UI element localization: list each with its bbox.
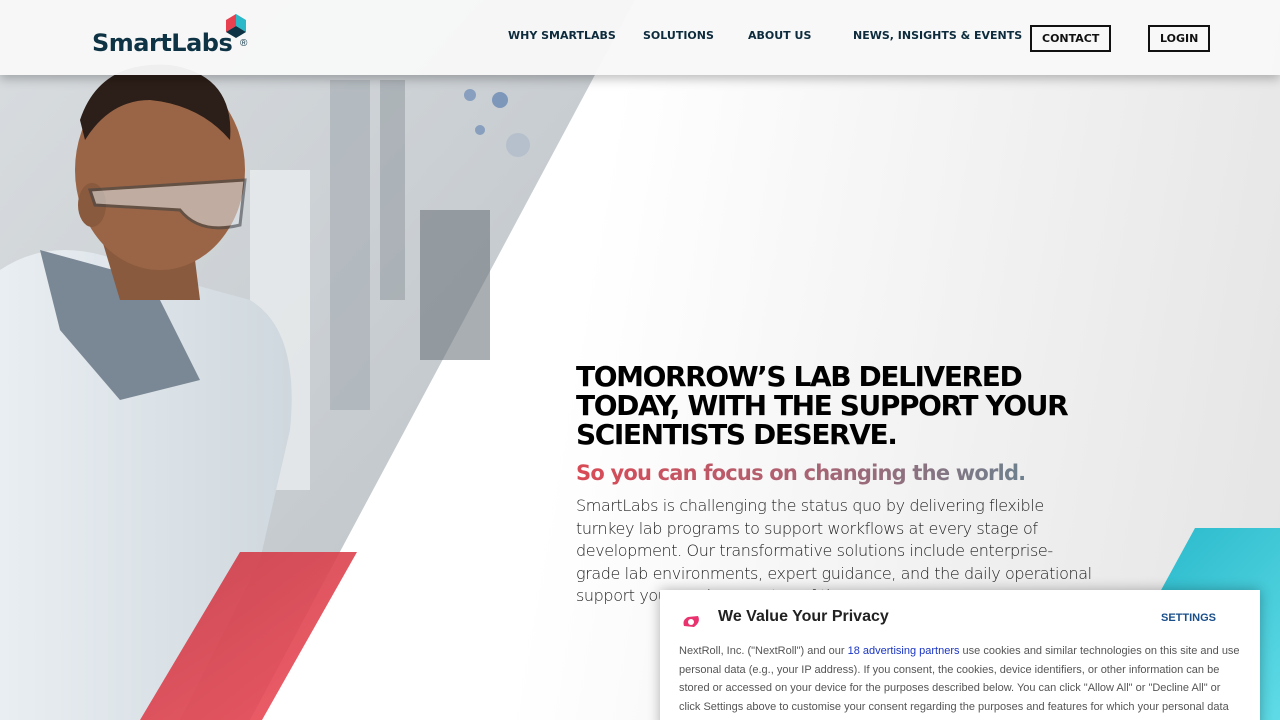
logo-wordmark: SmartLabs xyxy=(92,29,233,57)
headline-line-1: TOMORROW’S LAB DELIVERED xyxy=(576,360,1023,393)
nav-solutions[interactable]: SOLUTIONS xyxy=(643,29,714,42)
contact-button[interactable]: CONTACT xyxy=(1030,25,1112,52)
privacy-settings-button[interactable]: SETTINGS xyxy=(1161,612,1216,624)
login-button[interactable]: LOGIN xyxy=(1148,25,1211,52)
nav-about-us[interactable]: ABOUT US xyxy=(748,29,811,42)
advertising-partners-link[interactable]: 18 advertising partners xyxy=(848,645,960,657)
headline-line-2: TODAY, WITH THE SUPPORT YOUR xyxy=(576,389,1069,422)
privacy-text-intro: NextRoll, Inc. ("NextRoll") and our xyxy=(679,645,848,657)
hero-subhead: So you can focus on changing the world. xyxy=(576,461,1096,485)
nav-why-smartlabs[interactable]: WHY SMARTLABS xyxy=(508,29,616,42)
site-header: SmartLabs ® WHY SMARTLABS SOLUTIONS ABOU… xyxy=(0,0,1280,75)
registered-mark: ® xyxy=(240,38,248,49)
smartlabs-logo[interactable]: SmartLabs ® xyxy=(92,14,252,62)
nextroll-logo-icon xyxy=(683,616,699,627)
privacy-banner: We Value Your Privacy SETTINGS NextRoll,… xyxy=(660,590,1260,720)
hero-headline: TOMORROW’S LAB DELIVERED TODAY, WITH THE… xyxy=(576,362,1096,449)
hero-content: TOMORROW’S LAB DELIVERED TODAY, WITH THE… xyxy=(576,362,1096,608)
privacy-title: We Value Your Privacy xyxy=(718,608,889,625)
headline-line-3: SCIENTISTS DESERVE. xyxy=(576,418,898,451)
nav-news-insights-events[interactable]: NEWS, INSIGHTS & EVENTS xyxy=(853,29,1022,42)
privacy-text: NextRoll, Inc. ("NextRoll") and our 18 a… xyxy=(679,642,1244,716)
